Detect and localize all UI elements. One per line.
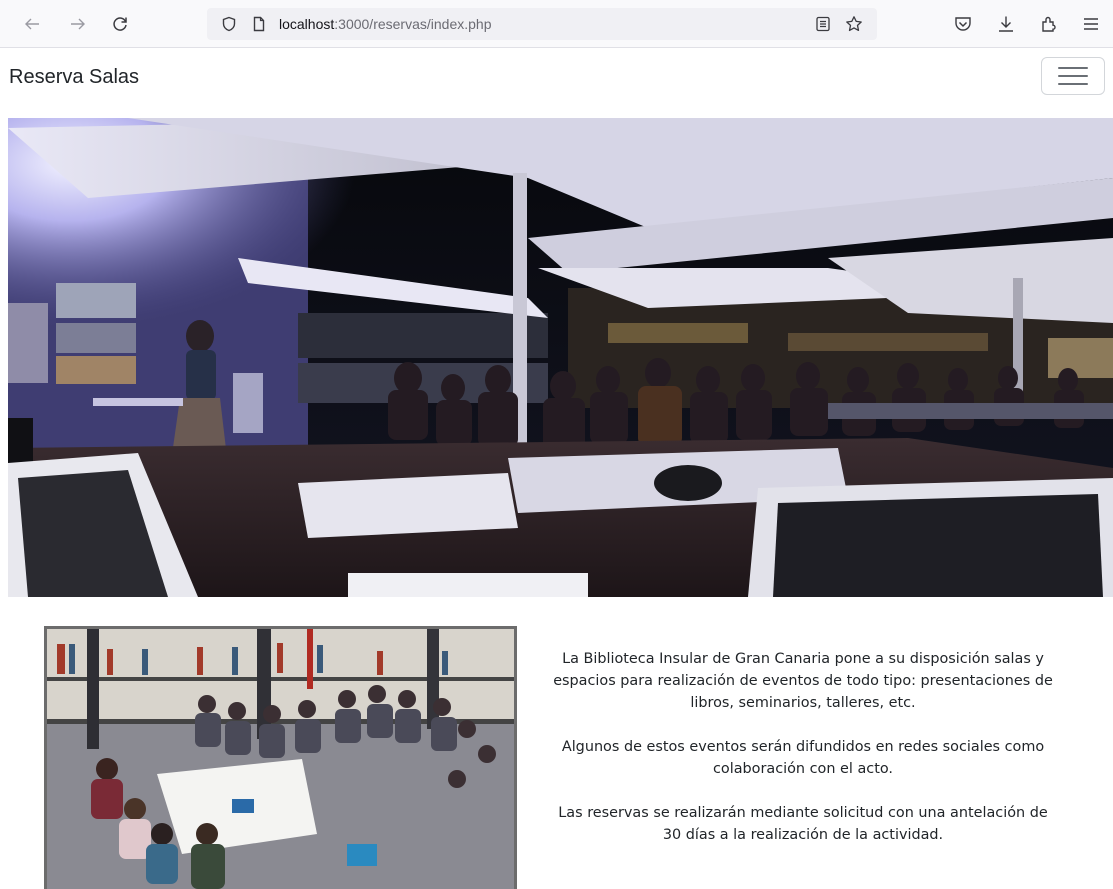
info-paragraph: La Biblioteca Insular de Gran Canaria po… [553,651,1053,711]
browser-toolbar: localhost:3000/reservas/index.php [0,0,1113,48]
site-navbar: Reserva Salas [0,48,1113,118]
forward-arrow-icon[interactable] [66,12,90,36]
hamburger-icon-bar [1058,75,1088,77]
page-icon[interactable] [251,16,267,32]
info-paragraph: Las reservas se realizarán mediante soli… [558,805,1048,843]
url-path: :3000/reservas/index.php [334,16,492,32]
extensions-icon[interactable] [1039,14,1059,34]
library-room-photo [44,626,517,889]
navbar-toggler-button[interactable] [1041,57,1105,95]
download-icon[interactable] [996,14,1016,34]
shield-icon[interactable] [221,16,237,32]
navbar-brand[interactable]: Reserva Salas [9,65,139,89]
url-text[interactable]: localhost:3000/reservas/index.php [279,16,491,32]
url-host: localhost [279,16,335,32]
info-paragraph: Algunos de estos eventos serán difundido… [561,739,1045,777]
menu-icon[interactable] [1081,14,1101,34]
back-arrow-icon[interactable] [20,12,44,36]
info-text-block: La Biblioteca Insular de Gran Canaria po… [548,648,1058,868]
pocket-icon[interactable] [953,14,973,34]
bookmark-star-icon[interactable] [845,15,863,33]
hamburger-icon-bar [1058,67,1088,69]
reload-icon[interactable] [108,12,132,36]
hamburger-icon-bar [1058,83,1088,85]
url-bar[interactable]: localhost:3000/reservas/index.php [207,8,877,40]
hero-image [8,118,1113,597]
library-event-image [47,629,514,889]
reader-mode-icon[interactable] [815,16,831,32]
hero-photo-terrace-event [8,118,1113,597]
